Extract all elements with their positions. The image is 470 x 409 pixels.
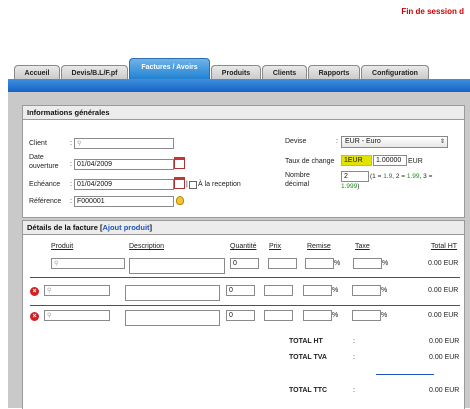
discount-input[interactable] bbox=[305, 258, 334, 269]
invoice-details-title: Détails de la facture [Ajout produit] bbox=[23, 221, 464, 235]
lightbulb-icon[interactable] bbox=[176, 196, 184, 205]
decimal-hint-2: 1.999) bbox=[341, 183, 360, 190]
product-input[interactable]: ⚲ bbox=[44, 285, 110, 296]
description-input[interactable] bbox=[129, 258, 225, 274]
search-icon: ⚲ bbox=[77, 141, 82, 147]
row-total: 0.00 EUR bbox=[428, 312, 459, 319]
date-label: Date bbox=[29, 154, 44, 161]
taux-currency: 1EUR bbox=[341, 155, 372, 166]
delete-row-icon[interactable]: × bbox=[30, 312, 39, 321]
col-produit: Produit bbox=[51, 243, 74, 250]
search-icon: ⚲ bbox=[47, 313, 52, 319]
product-input[interactable]: ⚲ bbox=[51, 258, 125, 269]
delete-row-icon[interactable]: × bbox=[30, 287, 39, 296]
date-colon: : bbox=[70, 161, 72, 168]
col-remise: Remise bbox=[307, 243, 331, 250]
total-ttc-value: 0.00 EUR bbox=[429, 387, 460, 394]
reference-colon: : bbox=[70, 198, 72, 205]
percent-sign: % bbox=[334, 260, 341, 267]
description-input[interactable] bbox=[125, 310, 220, 326]
nombre-label: Nombre bbox=[285, 172, 310, 179]
devise-value: EUR - Euro bbox=[345, 138, 381, 145]
pipe-separator: | bbox=[186, 181, 188, 188]
percent-sign: % bbox=[332, 312, 339, 319]
general-info-title: Informations générales bbox=[23, 106, 464, 120]
client-input[interactable]: ⚲ bbox=[74, 138, 174, 149]
row-total: 0.00 EUR bbox=[428, 287, 459, 294]
totals-separator bbox=[376, 374, 434, 375]
tab-bar-band bbox=[8, 79, 470, 92]
discount-input[interactable] bbox=[303, 310, 332, 321]
add-product-link[interactable]: Ajout produit bbox=[102, 223, 149, 232]
col-prix: Prix bbox=[269, 243, 282, 250]
col-quantite: Quantité bbox=[230, 243, 257, 250]
devise-colon: : bbox=[336, 138, 338, 145]
echeance-colon: : bbox=[70, 181, 72, 188]
echeance-label: Echéance bbox=[29, 181, 61, 188]
col-total-ht: Total HT bbox=[431, 243, 458, 250]
decimal-input[interactable]: 2 bbox=[341, 171, 369, 182]
tab-devis[interactable]: Devis/B.L/F.pf bbox=[61, 65, 128, 80]
nombre-label-2: décimal bbox=[285, 181, 310, 188]
client-label: Client bbox=[29, 140, 47, 147]
row-separator bbox=[30, 277, 460, 278]
total-ht-label: TOTAL HT bbox=[289, 338, 323, 345]
tab-produits[interactable]: Produits bbox=[211, 65, 261, 80]
devise-label: Devise bbox=[285, 138, 307, 145]
taux-unit: EUR bbox=[408, 158, 423, 165]
tax-input[interactable] bbox=[352, 285, 381, 296]
quantity-input[interactable]: 0 bbox=[230, 258, 259, 269]
reference-label: Référence bbox=[29, 198, 62, 205]
session-timeout-text: Fin de session d bbox=[401, 7, 464, 16]
quantity-input[interactable]: 0 bbox=[226, 310, 255, 321]
date-label-2: ouverture bbox=[29, 163, 59, 170]
row-total: 0.00 EUR bbox=[428, 260, 459, 267]
tab-accueil[interactable]: Accueil bbox=[14, 65, 60, 80]
tax-input[interactable] bbox=[353, 258, 382, 269]
price-input[interactable] bbox=[264, 310, 293, 321]
taux-label: Taux de change bbox=[285, 158, 335, 165]
col-description: Description bbox=[129, 243, 165, 250]
percent-sign: % bbox=[381, 312, 388, 319]
price-input[interactable] bbox=[264, 285, 293, 296]
total-tva-colon: : bbox=[353, 354, 355, 361]
price-input[interactable] bbox=[268, 258, 297, 269]
total-ht-colon: : bbox=[353, 338, 355, 345]
client-colon: : bbox=[70, 140, 72, 147]
total-tva-label: TOTAL TVA bbox=[289, 354, 327, 361]
total-ht-value: 0.00 EUR bbox=[429, 338, 460, 345]
tab-factures[interactable]: Factures / Avoirs bbox=[129, 58, 210, 80]
percent-sign: % bbox=[381, 287, 388, 294]
search-icon: ⚲ bbox=[47, 288, 52, 294]
total-ttc-label: TOTAL TTC bbox=[289, 387, 328, 394]
total-ttc-colon: : bbox=[353, 387, 355, 394]
product-input[interactable]: ⚲ bbox=[44, 310, 110, 321]
reception-checkbox[interactable] bbox=[189, 181, 197, 189]
tab-rapports[interactable]: Rapports bbox=[308, 65, 360, 80]
reference-input[interactable]: F000001 bbox=[74, 196, 174, 207]
echeance-input[interactable]: 01/04/2009 bbox=[74, 179, 174, 190]
description-input[interactable] bbox=[125, 285, 220, 301]
search-icon: ⚲ bbox=[54, 261, 59, 267]
devise-select[interactable]: EUR - Euro ⇕ bbox=[341, 136, 448, 148]
tab-clients[interactable]: Clients bbox=[262, 65, 307, 80]
total-tva-value: 0.00 EUR bbox=[429, 354, 460, 361]
date-input[interactable]: 01/04/2009 bbox=[74, 159, 174, 170]
invoice-details-section: Détails de la facture [Ajout produit] Pr… bbox=[22, 220, 465, 409]
tax-input[interactable] bbox=[352, 310, 381, 321]
percent-sign: % bbox=[332, 287, 339, 294]
taux-input[interactable]: 1.00000 bbox=[373, 155, 407, 166]
select-arrows-icon: ⇕ bbox=[439, 139, 445, 145]
calendar-icon[interactable] bbox=[174, 157, 185, 169]
tab-configuration[interactable]: Configuration bbox=[361, 65, 429, 80]
col-taxe: Taxe bbox=[355, 243, 370, 250]
percent-sign: % bbox=[382, 260, 389, 267]
row-separator bbox=[30, 305, 460, 306]
discount-input[interactable] bbox=[303, 285, 332, 296]
reception-label: À la reception bbox=[198, 181, 241, 188]
general-info-section: Informations générales Client : ⚲ Date o… bbox=[22, 105, 465, 218]
calendar-icon[interactable] bbox=[174, 177, 185, 189]
decimal-hint: (1 = 1.9, 2 = 1.99, 3 = bbox=[370, 173, 433, 180]
quantity-input[interactable]: 0 bbox=[226, 285, 255, 296]
